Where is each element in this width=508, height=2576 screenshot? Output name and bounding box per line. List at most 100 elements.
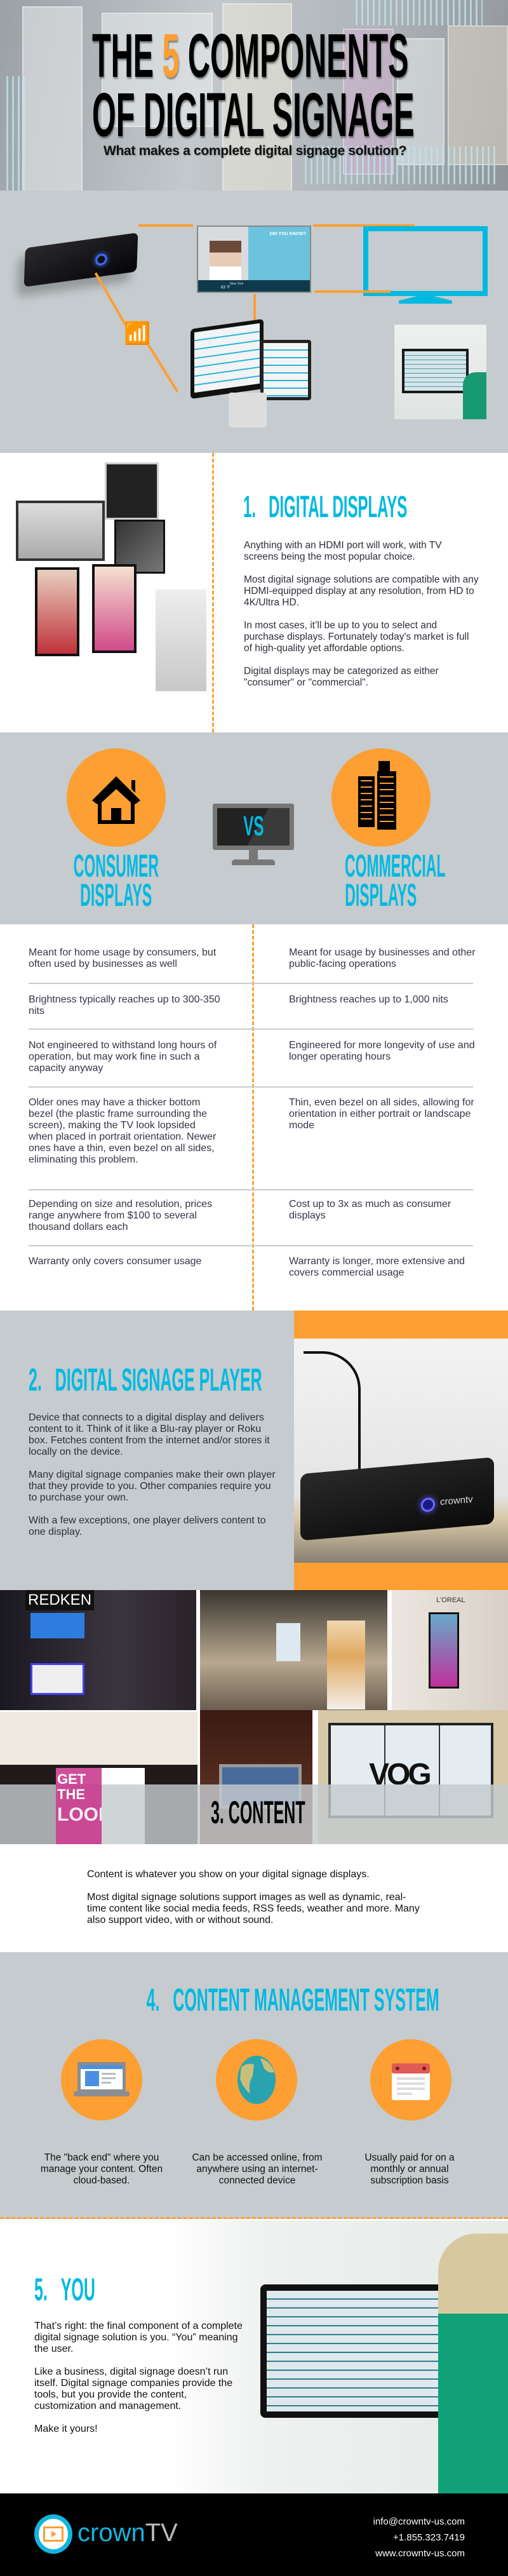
paragraph: Most digital signage solutions are compa…	[244, 574, 479, 608]
heading-number: 1.	[243, 490, 257, 524]
display-photo	[156, 590, 206, 691]
store-screen	[276, 1623, 300, 1661]
player-logo-icon	[95, 253, 107, 266]
section-heading: 3. CONTENT	[211, 1797, 399, 1828]
paragraph: Digital displays may be categorized as e…	[244, 666, 439, 688]
paragraph: With a few exceptions, one player delive…	[29, 1515, 266, 1537]
promo-text: GET THELOOK	[56, 1768, 102, 1844]
phone-image	[229, 393, 267, 428]
photo-monitor-screen	[267, 2291, 438, 2411]
house-icon	[92, 776, 140, 824]
commercial-cell: Warranty is longer, more extensive and c…	[289, 1256, 465, 1278]
heading-text: 5. YOU	[34, 2274, 95, 2305]
screen-heading: DID YOU KNOW?	[269, 232, 306, 236]
consumer-cell: Not engineered to withstand long hours o…	[29, 1040, 217, 1074]
title-line-2: OF DIGITAL SIGNAGE	[92, 80, 415, 149]
phone-link[interactable]: +1.855.323.7419	[373, 2530, 465, 2546]
section-body: Anything with an HDMI port will work, wi…	[244, 540, 479, 700]
title-line: CONSUMER	[73, 848, 159, 884]
heading-text: 2. DIGITAL SIGNAGE PLAYER	[29, 1364, 262, 1396]
banner-stand	[327, 1621, 365, 1709]
laptop-icon	[74, 2062, 130, 2096]
store-photo-redken: REDKEN	[0, 1590, 196, 1710]
accent-band	[294, 1311, 508, 1339]
consumer-title: CONSUMER DISPLAYS	[21, 848, 211, 913]
laptop-image	[260, 340, 311, 400]
arrow-to-devices	[147, 343, 179, 393]
feature-caption: The "back end" where you manage your con…	[40, 2152, 163, 2186]
title-line: DISPLAYS	[80, 877, 152, 913]
photo-monitor	[260, 2284, 444, 2418]
section-signage-player: crowntv 2. DIGITAL SIGNAGE PLAYER Device…	[0, 1311, 508, 1590]
monitor-base	[232, 860, 275, 865]
crowntv-logo-text[interactable]: crownTV	[77, 2519, 178, 2547]
photo-monitor	[402, 349, 469, 393]
paragraph: That’s right: the final component of a c…	[34, 2321, 243, 2354]
display-photo	[16, 501, 105, 561]
heading-number: 2.	[29, 1362, 42, 1398]
commercial-title: COMMERCIAL DISPLAYS	[286, 848, 476, 911]
feature-caption: Can be accessed online, from anywhere us…	[192, 2152, 323, 2186]
section-heading: 2. DIGITAL SIGNAGE PLAYER	[29, 1364, 495, 1396]
paragraph: Like a business, digital signage doesn’t…	[34, 2366, 233, 2411]
display-stand-icon	[399, 296, 452, 304]
heading-label: DIGITAL DISPLAYS	[269, 490, 408, 524]
heading-text: 1. DIGITAL DISPLAYS	[243, 492, 407, 523]
play-triangle	[51, 2531, 57, 2537]
section-heading: 1. DIGITAL DISPLAYS	[243, 492, 508, 523]
consumer-cell: Depending on size and resolution, prices…	[29, 1199, 213, 1232]
title-line: COMMERCIAL	[344, 848, 446, 884]
section-heading: 5. YOU	[34, 2274, 156, 2305]
row-divider	[29, 1245, 473, 1246]
section-cms: 4. CONTENT MANAGEMENT SYSTEM The "back e…	[0, 1952, 508, 2219]
devices-image	[190, 318, 264, 400]
row-divider	[29, 1028, 473, 1030]
generic-display-icon	[363, 226, 488, 296]
player-logo-icon	[421, 1497, 435, 1513]
logo-text: crown	[77, 2519, 145, 2547]
displays-collage-image	[10, 462, 206, 717]
heading-label: 3. CONTENT	[211, 1795, 305, 1830]
player-device-image	[23, 233, 138, 287]
wifi-icon: 📶	[124, 321, 151, 346]
arrow-to-player	[94, 272, 127, 326]
background-bars	[6, 76, 25, 191]
section-heading: 4. CONTENT MANAGEMENT SYSTEM	[0, 1984, 508, 2016]
store-photo-loreal: L'OREAL	[392, 1590, 508, 1710]
paragraph: Anything with an HDMI port will work, wi…	[244, 540, 442, 562]
background-poster	[448, 25, 508, 165]
heading-number: 4.	[146, 1982, 160, 2018]
heading-number: 5.	[34, 2272, 48, 2307]
photo-monitor-screen	[404, 351, 466, 391]
globe-icon	[237, 2056, 276, 2104]
vs-label: VS	[243, 811, 264, 842]
arrow-left	[314, 290, 391, 293]
row-divider	[29, 1189, 473, 1190]
page-title: THE 5 COMPONENTS OF DIGITAL SIGNAGE	[92, 25, 422, 145]
display-photo	[35, 567, 79, 656]
heading-label: CONTENT MANAGEMENT SYSTEM	[173, 1982, 439, 2018]
email-link[interactable]: info@crowntv-us.com	[373, 2514, 465, 2530]
store-screen	[30, 1663, 84, 1695]
commercial-cell: Meant for usage by businesses and other …	[289, 947, 476, 969]
divider-dashed	[212, 453, 214, 732]
paragraph: Many digital signage companies make thei…	[29, 1469, 276, 1503]
screen-portrait	[210, 241, 241, 280]
website-link[interactable]: www.crowntv-us.com	[373, 2546, 465, 2561]
paragraph: In most cases, it’ll be up to you to sel…	[244, 620, 469, 654]
display-photo	[92, 564, 137, 653]
crowntv-logo-icon	[34, 2514, 72, 2554]
store-sign: REDKEN	[25, 1590, 95, 1610]
display-screen-image: DID YOU KNOW? New York 63 °F	[197, 226, 311, 293]
monitor-screen: VS	[217, 808, 290, 846]
background-poster	[22, 6, 83, 191]
commercial-cell: Brightness reaches up to 1,000 nits	[289, 994, 448, 1005]
screen-city: New York	[230, 282, 244, 286]
building-icon	[358, 761, 396, 830]
store-sign: L'OREAL	[436, 1596, 465, 1604]
arrow-bidirectional	[253, 294, 256, 323]
hero-banner: THE 5 COMPONENTS OF DIGITAL SIGNAGE What…	[0, 0, 508, 191]
laptop-screen	[264, 343, 308, 397]
commercial-cell: Cost up to 3x as much as consumer displa…	[289, 1199, 451, 1221]
heading-label: YOU	[60, 2272, 95, 2307]
